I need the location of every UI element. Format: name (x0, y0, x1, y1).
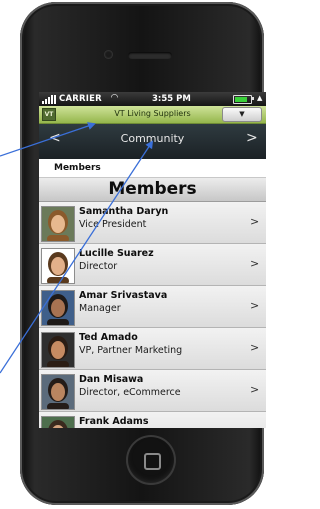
chevron-right-icon: > (250, 257, 260, 270)
next-page-button[interactable]: > (246, 130, 258, 146)
member-role: Vice President (79, 219, 147, 230)
app-screen: CARRIER ◠ 3:55 PM ▲ VT VT Living Supplie… (39, 92, 266, 428)
wifi-icon: ◠ (111, 93, 118, 103)
brand-dropdown-button[interactable]: ▼ (222, 107, 262, 122)
member-row[interactable]: Samantha Daryn Vice President > (39, 202, 266, 244)
member-name: Lucille Suarez (79, 248, 154, 259)
member-role: VP, Partner Marketing (79, 345, 183, 356)
community-navbar: < Community > (39, 124, 266, 163)
avatar (41, 332, 75, 368)
avatar (41, 206, 75, 242)
member-row[interactable]: Amar Srivastava Manager > (39, 286, 266, 328)
member-name: Ted Amado (79, 332, 138, 343)
chevron-right-icon: > (250, 215, 260, 228)
chevron-right-icon: > (250, 341, 260, 354)
status-bar: CARRIER ◠ 3:55 PM ▲ (39, 92, 266, 106)
member-row[interactable]: Frank Adams > (39, 412, 266, 428)
brand-bar: VT VT Living Suppliers ▼ (39, 106, 266, 124)
member-row[interactable]: Lucille Suarez Director > (39, 244, 266, 286)
chevron-right-icon: > (250, 299, 260, 312)
avatar (41, 374, 75, 410)
battery-icon (233, 95, 252, 104)
chevron-right-icon: > (250, 425, 259, 428)
battery-tip (252, 97, 254, 100)
section-label: Members (54, 163, 101, 173)
member-name: Dan Misawa (79, 374, 144, 385)
clock-time: 3:55 PM (152, 94, 191, 104)
avatar (41, 416, 75, 428)
home-square-icon (144, 453, 161, 470)
speaker-grille (128, 52, 172, 59)
member-name: Samantha Daryn (79, 206, 169, 217)
member-role: Director (79, 261, 118, 272)
arrow-up-icon: ▲ (257, 94, 263, 102)
carrier-label: CARRIER (59, 94, 102, 104)
section-bar: Members (39, 159, 266, 178)
members-header: Members (39, 178, 266, 202)
camera-lens (104, 50, 113, 59)
member-name: Amar Srivastava (79, 290, 168, 301)
nav-title: Community (120, 132, 185, 145)
member-row[interactable]: Ted Amado VP, Partner Marketing > (39, 328, 266, 370)
member-row[interactable]: Dan Misawa Director, eCommerce > (39, 370, 266, 412)
avatar (41, 290, 75, 326)
member-role: Manager (79, 303, 121, 314)
member-role: Director, eCommerce (79, 387, 181, 398)
chevron-right-icon: > (250, 383, 260, 396)
page-indicator[interactable] (128, 148, 178, 163)
members-title: Members (108, 179, 197, 199)
member-name: Frank Adams (79, 416, 149, 427)
avatar (41, 248, 75, 284)
